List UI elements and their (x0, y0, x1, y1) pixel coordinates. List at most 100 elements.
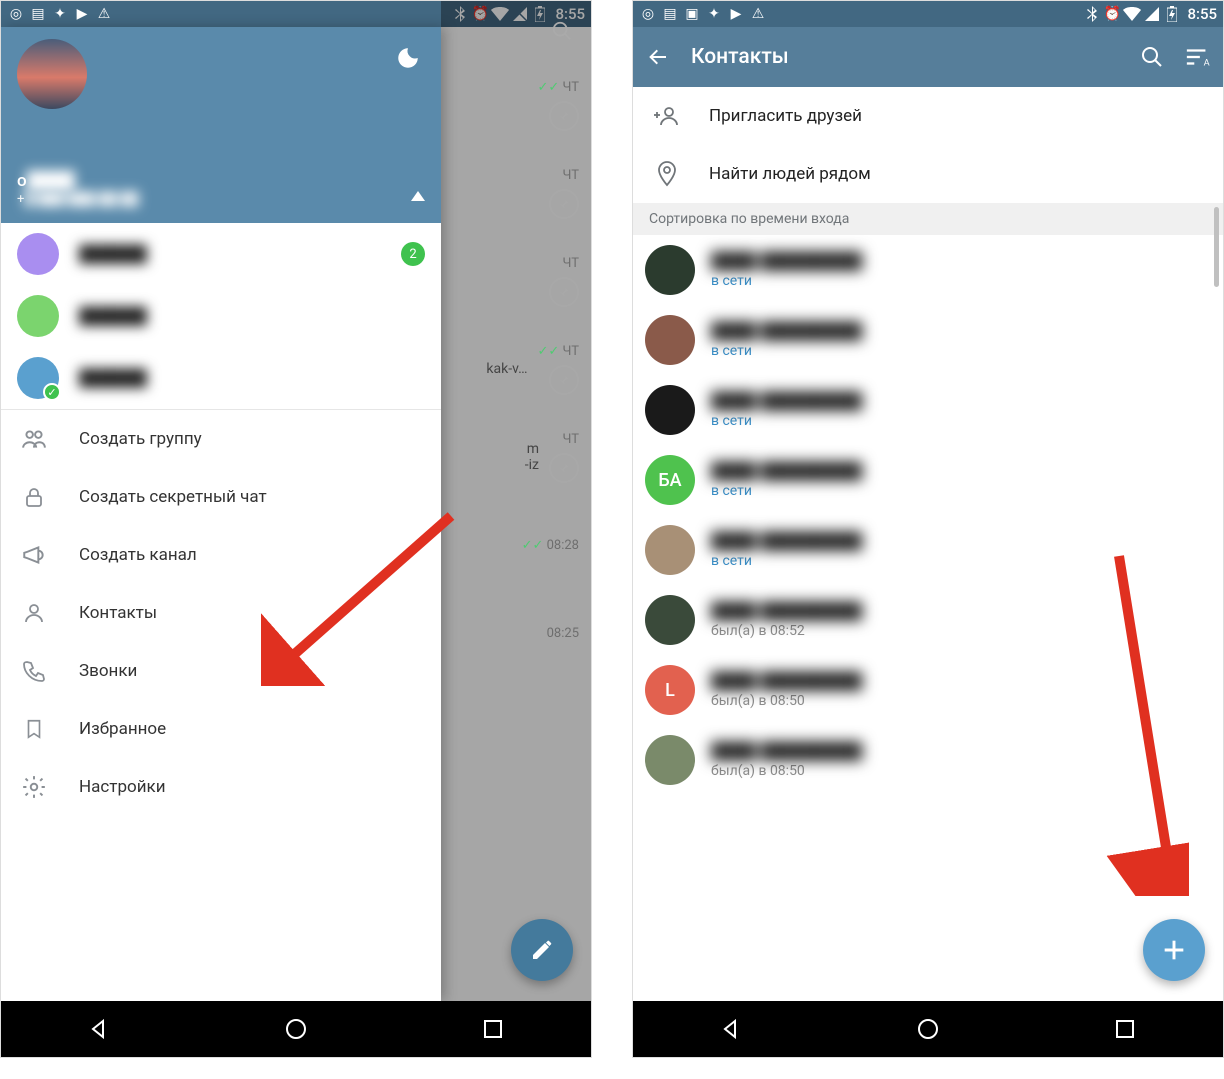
night-mode-toggle[interactable] (395, 45, 421, 71)
play-icon: ▶ (73, 5, 91, 23)
expand-accounts-button[interactable] (411, 191, 425, 201)
dimmed-overlay: ✓✓ ЧТЧТЧТkak-v…✓✓ ЧТm-izЧТ✓✓ 08:2808:25 (441, 1, 591, 1057)
location-icon (651, 158, 683, 190)
contact-row[interactable]: БА ████ █████████ в сети (633, 445, 1223, 515)
dimmed-chat-row: kak-v…✓✓ ЧТ (441, 325, 591, 413)
contact-name: ████ █████████ (711, 461, 862, 481)
lock-icon (21, 484, 47, 510)
search-icon[interactable] (551, 20, 573, 42)
back-nav-button[interactable] (719, 1017, 743, 1041)
android-nav-bar (1, 1001, 591, 1057)
phone-right-contacts: ◎ ▤ ▣ ✦ ▶ ⚠ ⏰ 8:55 Конт (632, 0, 1224, 1058)
action-nearby[interactable]: Найти людей рядом (633, 145, 1223, 203)
wifi-icon (1123, 5, 1141, 23)
bookmark-icon (21, 716, 47, 742)
avatar (645, 525, 695, 575)
menu-label: Избранное (79, 719, 166, 739)
contact-name: ████ █████████ (711, 741, 862, 761)
signal-icon (1143, 5, 1161, 23)
home-nav-button[interactable] (916, 1017, 940, 1041)
contact-status: в сети (711, 553, 862, 569)
contact-status: в сети (711, 273, 862, 289)
pinwheel-icon: ✦ (51, 5, 69, 23)
play-icon: ▶ (727, 5, 745, 23)
avatar (645, 595, 695, 645)
menu-label: Контакты (79, 603, 157, 623)
profile-avatar[interactable] (17, 39, 87, 109)
action-invite[interactable]: Пригласить друзей (633, 87, 1223, 145)
person-icon (21, 600, 47, 626)
contact-name: ████ █████████ (711, 601, 862, 621)
annotation-arrow-right (1059, 546, 1189, 896)
new-message-fab[interactable] (511, 919, 573, 981)
avatar (645, 385, 695, 435)
compass-icon: ◎ (7, 5, 25, 23)
appbar-title: Контакты (691, 45, 1119, 69)
svg-text:A: A (1204, 57, 1210, 68)
home-nav-button[interactable] (284, 1017, 308, 1041)
accounts-list: ██████2██████✓██████ (1, 223, 441, 409)
menu-label: Создать секретный чат (79, 487, 267, 507)
status-bar: ◎ ▤ ▣ ✦ ▶ ⚠ ⏰ 8:55 (633, 1, 1223, 27)
warning-icon: ⚠ (95, 5, 113, 23)
recent-nav-button[interactable] (1113, 1017, 1137, 1041)
contact-name: ████ █████████ (711, 531, 862, 551)
alarm-icon: ⏰ (1103, 5, 1121, 23)
contact-status: был(а) в 08:50 (711, 693, 862, 709)
menu-label: Звонки (79, 661, 137, 681)
status-time: 8:55 (1187, 5, 1217, 23)
back-button[interactable] (645, 44, 671, 70)
back-nav-button[interactable] (87, 1017, 111, 1041)
search-button[interactable] (1139, 44, 1165, 70)
avatar (645, 735, 695, 785)
avatar: L (645, 665, 695, 715)
android-nav-bar (633, 1001, 1223, 1057)
avatar (645, 245, 695, 295)
app-bar: Контакты A (633, 27, 1223, 87)
menu-label: Создать канал (79, 545, 197, 565)
invite-icon (651, 100, 683, 132)
warning-icon: ⚠ (749, 5, 767, 23)
contact-status: был(а) в 08:52 (711, 623, 862, 639)
menu-item-saved[interactable]: Избранное (1, 700, 441, 758)
bluetooth-icon (1083, 5, 1101, 23)
contact-status: был(а) в 08:50 (711, 763, 862, 779)
contact-row[interactable]: ████ █████████ в сети (633, 375, 1223, 445)
pinwheel-icon: ✦ (705, 5, 723, 23)
contact-status: в сети (711, 413, 862, 429)
account-row[interactable]: ✓██████ (1, 347, 441, 409)
contact-row[interactable]: ████ █████████ в сети (633, 235, 1223, 305)
contact-name: ████ █████████ (711, 251, 862, 271)
section-header: Сортировка по времени входа (633, 203, 1223, 235)
contact-status: в сети (711, 483, 862, 499)
contact-name: ████ █████████ (711, 391, 862, 411)
contact-name: ████ █████████ (711, 671, 862, 691)
contact-status: в сети (711, 343, 862, 359)
drawer-header: o████ +█ ███ ███ ██ ██ (1, 27, 441, 223)
compass-icon: ◎ (639, 5, 657, 23)
dimmed-chat-row: ЧТ (441, 237, 591, 325)
menu-item-settings[interactable]: Настройки (1, 758, 441, 816)
dimmed-chat-row: ✓✓ ЧТ (441, 61, 591, 149)
menu-label: Настройки (79, 777, 166, 797)
scroll-indicator (1214, 207, 1219, 287)
megaphone-icon (21, 542, 47, 568)
dimmed-chat-row: ✓✓ 08:28 (441, 501, 591, 589)
user-phone: +█ ███ ███ ██ ██ (17, 191, 139, 207)
phone-left-drawer: ◎ ▤ ✦ ▶ ⚠ ⏰ 8:55 ✓✓ ЧТЧ (0, 0, 592, 1058)
menu-item-create-group[interactable]: Создать группу (1, 410, 441, 468)
add-contact-fab[interactable] (1143, 919, 1205, 981)
contact-name: ████ █████████ (711, 321, 862, 341)
chat-icon: ▤ (29, 5, 47, 23)
gear-icon (21, 774, 47, 800)
user-name: o████ (17, 171, 139, 191)
account-row[interactable]: ██████2 (1, 223, 441, 285)
avatar: БА (645, 455, 695, 505)
recent-nav-button[interactable] (481, 1017, 505, 1041)
account-row[interactable]: ██████ (1, 285, 441, 347)
contact-row[interactable]: ████ █████████ в сети (633, 305, 1223, 375)
sort-button[interactable]: A (1185, 44, 1211, 70)
image-icon: ▣ (683, 5, 701, 23)
dimmed-chat-row: ЧТ (441, 149, 591, 237)
action-label: Пригласить друзей (709, 106, 862, 126)
